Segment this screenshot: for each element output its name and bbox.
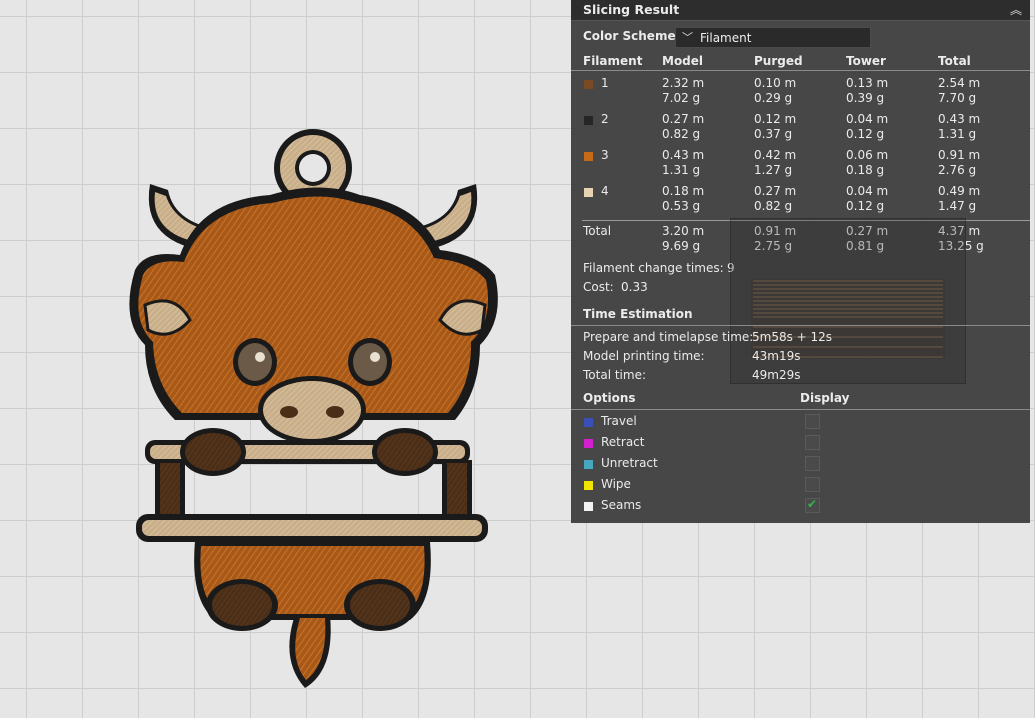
option-label-seams: Seams xyxy=(601,498,642,512)
filament-model-m-cell: 2.32 m xyxy=(662,76,705,90)
filament-color-swatch xyxy=(584,80,593,89)
display-title: Display xyxy=(800,391,850,405)
filament-purged-g-cell: 0.37 g xyxy=(754,127,793,141)
col-header-purged: Purged xyxy=(754,54,803,68)
option-color-swatch xyxy=(584,502,593,511)
display-checkbox-unretract[interactable] xyxy=(805,456,820,471)
filament-total-m-cell: 0.91 m xyxy=(938,148,981,162)
display-checkbox-seams[interactable]: ✔ xyxy=(805,497,820,513)
display-checkbox-travel[interactable] xyxy=(805,414,820,429)
display-checkbox-wipe[interactable] xyxy=(805,477,820,492)
filament-tower-g-cell: 0.12 g xyxy=(846,199,885,213)
color-scheme-value: Filament xyxy=(700,31,752,45)
filament-id: 2 xyxy=(601,112,609,126)
color-scheme-label: Color Scheme xyxy=(583,29,676,43)
filament-tower-g-cell: 0.39 g xyxy=(846,91,885,105)
filament-model-g-cell: 7.02 g xyxy=(662,91,701,105)
filament-tower-m-cell: 0.04 m xyxy=(846,112,889,126)
total-time-label: Total time: xyxy=(583,368,646,382)
filament-id: 1 xyxy=(601,76,609,90)
prepare-time-value: 5m58s + 12s xyxy=(752,330,833,344)
display-checkbox-retract[interactable] xyxy=(805,435,820,450)
filament-purged-g-cell: 0.29 g xyxy=(754,91,793,105)
option-label-wipe: Wipe xyxy=(601,477,631,491)
divider xyxy=(571,70,1030,71)
total-time-value: 49m29s xyxy=(752,368,801,382)
filament-purged-m-cell: 0.12 m xyxy=(754,112,797,126)
chevron-down-icon: ﹀ xyxy=(682,31,693,44)
divider xyxy=(571,409,1030,410)
filament-model-m-cell: 0.18 m xyxy=(662,184,705,198)
panel-title: Slicing Result xyxy=(583,2,680,17)
filament-purged-g-cell: 1.27 g xyxy=(754,163,793,177)
panel-header: Slicing Result ︽ xyxy=(571,0,1030,21)
filament-change-label: Filament change times: xyxy=(583,261,724,275)
filament-total-m-cell: 2.54 m xyxy=(938,76,981,90)
option-label-unretract: Unretract xyxy=(601,456,658,470)
check-icon: ✔ xyxy=(807,497,818,511)
time-estimation-title: Time Estimation xyxy=(583,307,693,321)
col-header-filament: Filament xyxy=(583,54,643,68)
color-scheme-select[interactable]: ﹀ Filament xyxy=(675,27,871,48)
filament-color-swatch xyxy=(584,116,593,125)
option-color-swatch xyxy=(584,481,593,490)
filament-tower-g-cell: 0.18 g xyxy=(846,163,885,177)
model-time-value: 43m19s xyxy=(752,349,801,363)
prepare-time-label: Prepare and timelapse time: xyxy=(583,330,754,344)
total-label: Total xyxy=(583,224,612,238)
options-title: Options xyxy=(583,391,636,405)
cost-label: Cost: xyxy=(583,280,614,294)
option-color-swatch xyxy=(584,418,593,427)
filament-model-m-cell: 0.27 m xyxy=(662,112,705,126)
filament-tower-m-cell: 0.13 m xyxy=(846,76,889,90)
filament-purged-m-cell: 0.27 m xyxy=(754,184,797,198)
filament-total-g-cell: 1.47 g xyxy=(938,199,977,213)
filament-tower-m-cell: 0.06 m xyxy=(846,148,889,162)
filament-purged-g-cell: 0.82 g xyxy=(754,199,793,213)
option-color-swatch xyxy=(584,439,593,448)
filament-model-g-cell: 0.53 g xyxy=(662,199,701,213)
filament-total-g-cell: 2.76 g xyxy=(938,163,977,177)
col-header-tower: Tower xyxy=(846,54,886,68)
filament-total-g-cell: 1.31 g xyxy=(938,127,977,141)
filament-model-m-cell: 0.43 m xyxy=(662,148,705,162)
filament-model-g-cell: 1.31 g xyxy=(662,163,701,177)
model-time-label: Model printing time: xyxy=(583,349,705,363)
filament-model-g-cell: 0.82 g xyxy=(662,127,701,141)
filament-total-g-cell: 7.70 g xyxy=(938,91,977,105)
option-color-swatch xyxy=(584,460,593,469)
filament-total-m-cell: 0.43 m xyxy=(938,112,981,126)
filament-color-swatch xyxy=(584,188,593,197)
divider xyxy=(571,325,1030,326)
option-label-retract: Retract xyxy=(601,435,645,449)
slicing-result-panel: Slicing Result ︽ Color Scheme ﹀ Filament… xyxy=(571,0,1030,523)
filament-id: 4 xyxy=(601,184,609,198)
filament-id: 3 xyxy=(601,148,609,162)
filament-purged-m-cell: 0.42 m xyxy=(754,148,797,162)
filament-tower-m-cell: 0.04 m xyxy=(846,184,889,198)
cost-value: 0.33 xyxy=(621,280,648,294)
total-model-g: 9.69 g xyxy=(662,239,701,253)
collapse-icon[interactable]: ︽ xyxy=(1010,1,1022,18)
total-model-m: 3.20 m xyxy=(662,224,705,238)
filament-tower-g-cell: 0.12 g xyxy=(846,127,885,141)
col-header-total: Total xyxy=(938,54,971,68)
option-label-travel: Travel xyxy=(601,414,637,428)
highland-cow-model[interactable] xyxy=(129,129,498,688)
filament-total-m-cell: 0.49 m xyxy=(938,184,981,198)
filament-color-swatch xyxy=(584,152,593,161)
col-header-model: Model xyxy=(662,54,704,68)
filament-purged-m-cell: 0.10 m xyxy=(754,76,797,90)
